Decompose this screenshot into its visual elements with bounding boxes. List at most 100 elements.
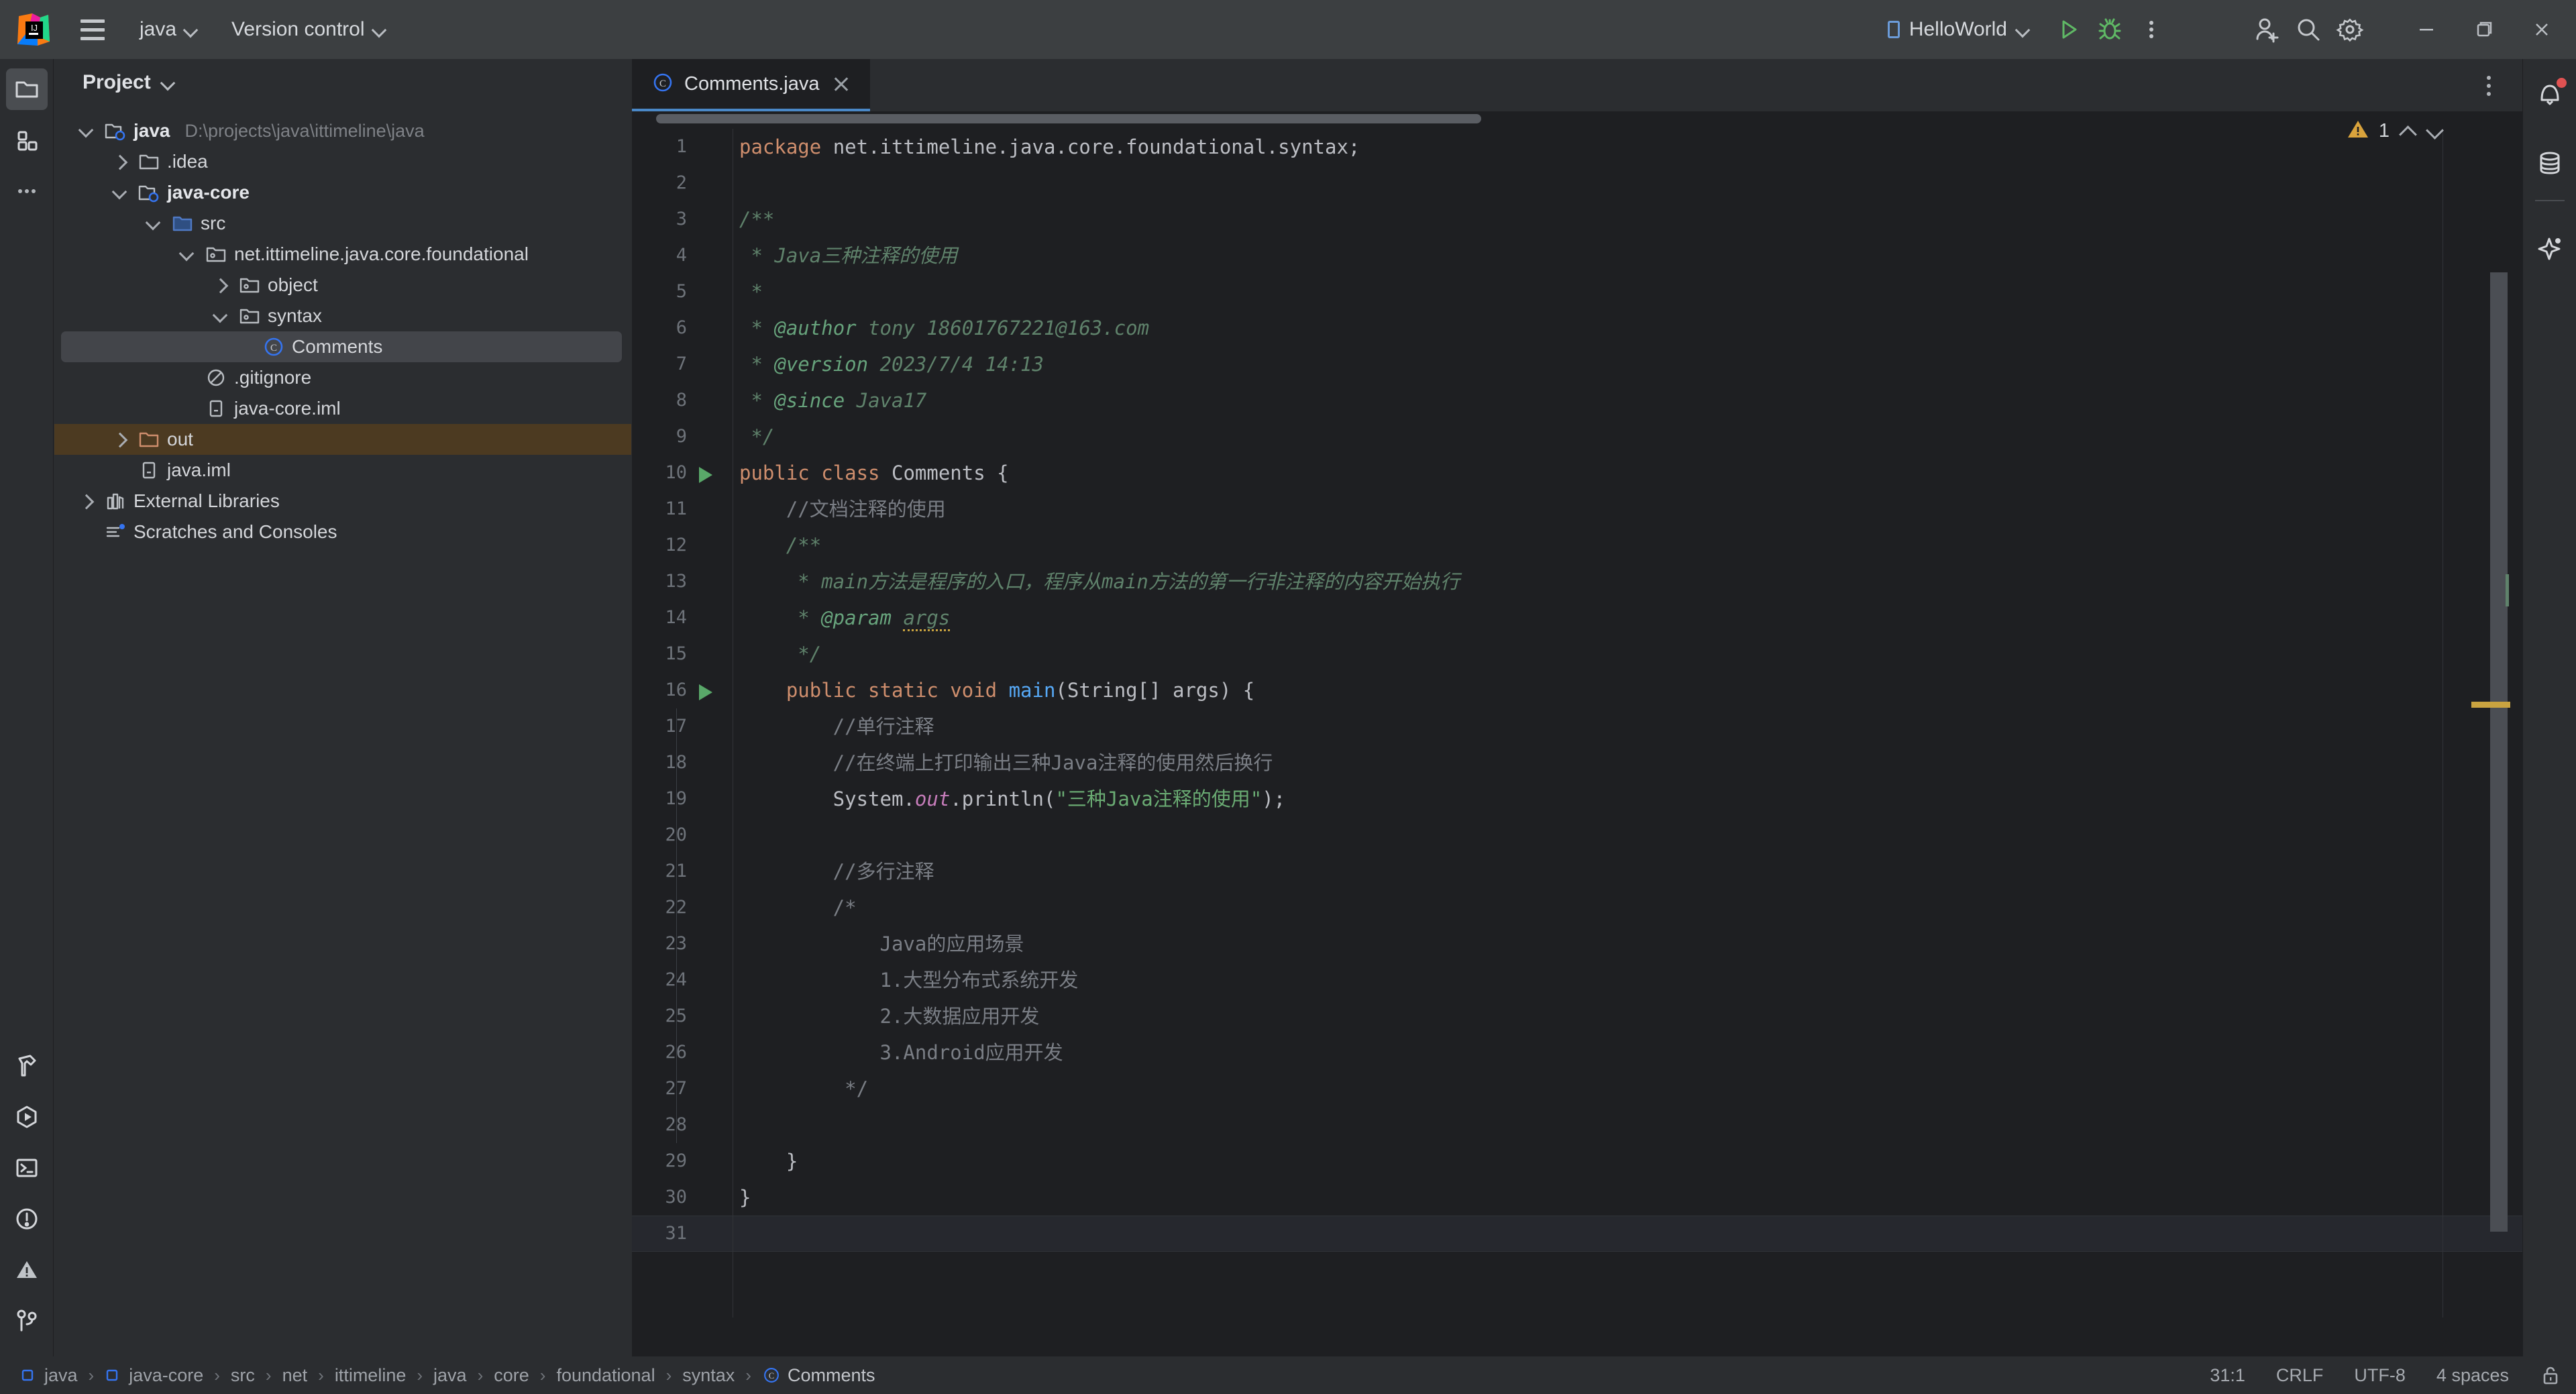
breadcrumb-item-syntax[interactable]: syntax [680, 1365, 737, 1386]
inspection-widget[interactable]: 1 [2347, 118, 2443, 144]
tree-node-out[interactable]: out [54, 424, 631, 455]
code-line[interactable]: * @author tony 18601767221@163.com [739, 310, 2522, 346]
maximize-icon[interactable] [2455, 0, 2513, 59]
breadcrumb-item-comments[interactable]: C Comments [759, 1365, 878, 1386]
project-panel-header[interactable]: Project [54, 59, 631, 106]
code-line[interactable] [739, 1216, 2522, 1252]
build-hammer-icon[interactable] [6, 1045, 48, 1087]
terminal-icon[interactable] [6, 1147, 48, 1189]
code-line[interactable]: System.out.println("三种Java注释的使用"); [739, 781, 2522, 817]
code-line[interactable]: /** [739, 201, 2522, 237]
warning-icon[interactable] [6, 1249, 48, 1291]
code-line[interactable] [739, 817, 2522, 853]
code-line[interactable]: * @since Java17 [739, 382, 2522, 419]
run-icon[interactable] [2047, 9, 2089, 50]
tree-node-object[interactable]: object [54, 270, 631, 301]
code-line[interactable]: 1.大型分布式系统开发 [739, 962, 2522, 998]
more-tool-windows-icon[interactable] [6, 170, 48, 212]
chevron-down-icon[interactable] [175, 243, 198, 266]
tree-node-syntax[interactable]: syntax [54, 301, 631, 331]
breadcrumb-item-src[interactable]: src [228, 1365, 258, 1386]
tree-node-java-core-iml[interactable]: java-core.iml [54, 393, 631, 424]
run-gutter-icon[interactable] [699, 672, 733, 708]
chevron-down-icon[interactable] [108, 181, 131, 204]
tab-comments-java[interactable]: C Comments.java [632, 59, 871, 111]
tree-node--gitignore[interactable]: .gitignore [54, 362, 631, 393]
tree-node-scratches-and-consoles[interactable]: Scratches and Consoles [54, 517, 631, 547]
commit-structure-icon[interactable] [6, 119, 48, 161]
code-line[interactable]: Java的应用场景 [739, 926, 2522, 962]
code-line[interactable]: 3.Android应用开发 [739, 1034, 2522, 1071]
chevron-right-icon[interactable] [108, 150, 131, 173]
code-line[interactable]: } [739, 1179, 2522, 1216]
code-line[interactable]: * @param args [739, 600, 2522, 636]
indent-setting[interactable]: 4 spaces [2436, 1365, 2509, 1386]
chevron-down-icon[interactable] [74, 119, 97, 142]
code-line[interactable]: */ [739, 419, 2522, 455]
code-content[interactable]: package net.ittimeline.java.core.foundat… [739, 129, 2522, 1318]
breadcrumb-item-java[interactable]: java [431, 1365, 470, 1386]
code-line[interactable] [739, 1107, 2522, 1143]
code-line[interactable]: * Java三种注释的使用 [739, 237, 2522, 274]
minimize-icon[interactable] [2398, 0, 2455, 59]
code-line[interactable]: public class Comments { [739, 455, 2522, 491]
git-branch-icon[interactable] [6, 1300, 48, 1342]
tree-node-java[interactable]: java D:\projects\java\ittimeline\java [54, 115, 631, 146]
breadcrumb-item-ittimeline[interactable]: ittimeline [332, 1365, 409, 1386]
close-icon[interactable] [2513, 0, 2571, 59]
code-editor[interactable]: 1 2 3 4 5 6 7 8 9 10 11 12 13 14 15 16 17 18 19 20 21 22 23 24 2… [632, 111, 2522, 1318]
horizontal-scrollbar[interactable] [656, 114, 1481, 123]
code-line[interactable]: //文档注释的使用 [739, 491, 2522, 527]
error-stripe-mark-warning[interactable] [2471, 702, 2510, 708]
ai-assistant-icon[interactable] [2529, 227, 2571, 268]
chevron-down-icon[interactable] [209, 305, 231, 327]
main-menu-icon[interactable] [74, 11, 111, 48]
project-folder-icon[interactable] [5, 68, 48, 110]
tree-node-src[interactable]: src [54, 208, 631, 239]
search-icon[interactable] [2288, 9, 2329, 50]
vertical-scrollbar[interactable] [2490, 272, 2508, 1232]
close-icon[interactable] [830, 72, 853, 95]
code-line[interactable]: * @version 2023/7/4 14:13 [739, 346, 2522, 382]
add-user-icon[interactable] [2246, 9, 2288, 50]
code-line[interactable] [739, 165, 2522, 201]
tree-node--idea[interactable]: .idea [54, 146, 631, 177]
run-configuration-selector[interactable]: HelloWorld [1887, 18, 2029, 41]
more-vertical-icon[interactable] [2131, 9, 2172, 50]
chevron-down-icon[interactable] [2426, 123, 2443, 140]
database-icon[interactable] [2529, 142, 2571, 184]
code-line[interactable]: * main方法是程序的入口，程序从main方法的第一行非注释的内容开始执行 [739, 564, 2522, 600]
breadcrumb-item-net[interactable]: net [280, 1365, 311, 1386]
code-line[interactable]: package net.ittimeline.java.core.foundat… [739, 129, 2522, 165]
code-line[interactable]: //单行注释 [739, 708, 2522, 745]
tree-node-java-iml[interactable]: java.iml [54, 455, 631, 486]
error-stripe-mark-info[interactable] [2506, 574, 2509, 606]
run-gutter[interactable] [699, 129, 733, 1318]
code-line[interactable]: //在终端上打印输出三种Java注释的使用然后换行 [739, 745, 2522, 781]
code-line[interactable]: /* [739, 890, 2522, 926]
code-line[interactable]: public static void main(String[] args) { [739, 672, 2522, 708]
tree-node-external-libraries[interactable]: External Libraries [54, 486, 631, 517]
chevron-down-icon[interactable] [142, 212, 164, 235]
code-line[interactable]: */ [739, 1071, 2522, 1107]
breadcrumb-item-foundational[interactable]: foundational [553, 1365, 657, 1386]
run-hexagon-icon[interactable] [6, 1096, 48, 1138]
chevron-right-icon[interactable] [108, 428, 131, 451]
code-line[interactable]: */ [739, 636, 2522, 672]
run-gutter-icon[interactable] [699, 455, 733, 491]
breadcrumb-item-core[interactable]: core [491, 1365, 532, 1386]
notifications-bell-icon[interactable] [2529, 74, 2571, 115]
gear-icon[interactable] [2329, 9, 2371, 50]
tree-node-net-ittimeline-java-core-foundational[interactable]: net.ittimeline.java.core.foundational [54, 239, 631, 270]
code-line[interactable]: * [739, 274, 2522, 310]
caret-position[interactable]: 31:1 [2210, 1365, 2245, 1386]
code-line[interactable]: //多行注释 [739, 853, 2522, 890]
line-separator[interactable]: CRLF [2276, 1365, 2324, 1386]
debug-icon[interactable] [2089, 9, 2131, 50]
project-menu-button[interactable]: java [133, 14, 203, 45]
chevron-up-icon[interactable] [2399, 123, 2416, 140]
breadcrumb-item-java-core[interactable]: java-core [102, 1365, 206, 1386]
chevron-right-icon[interactable] [74, 490, 97, 513]
more-vertical-icon[interactable] [2475, 72, 2502, 99]
code-line[interactable]: 2.大数据应用开发 [739, 998, 2522, 1034]
